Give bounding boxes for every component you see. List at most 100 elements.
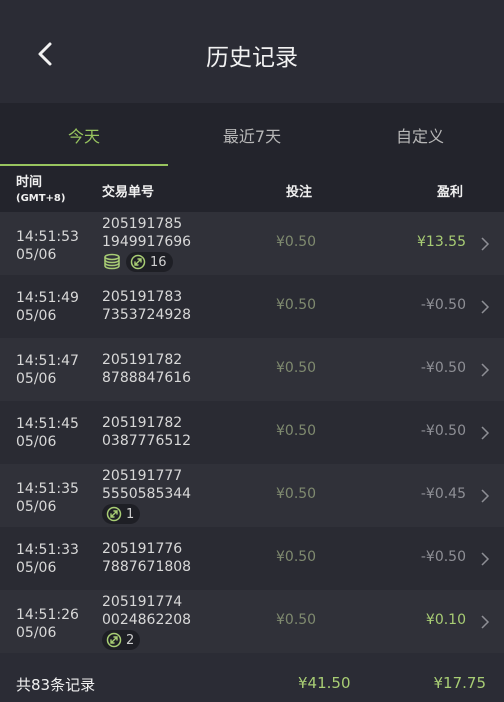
row-profit: -¥0.50 [420, 360, 466, 376]
row-badges: 16 [102, 252, 173, 272]
row-order-number: 205191785 1949917696 [102, 215, 191, 251]
row-bet: ¥0.50 [276, 486, 317, 502]
free-spin-badge: 16 [126, 252, 173, 272]
chevron-right-icon [480, 362, 490, 377]
row-time: 14:51:49 05/06 [16, 289, 79, 325]
row-order-line2: 0024862208 [102, 612, 192, 628]
row-profit: ¥13.55 [417, 234, 466, 250]
row-time-clock: 14:51:53 [16, 229, 79, 245]
badge-count: 2 [126, 632, 135, 648]
row-profit: ¥0.10 [425, 612, 466, 628]
row-time: 14:51:35 05/06 [16, 480, 79, 516]
app-header: 历史记录 [0, 0, 504, 103]
column-header-bet: 投注 [286, 185, 313, 200]
row-time-date: 05/06 [16, 499, 57, 515]
row-badges: 1 [102, 504, 141, 524]
spin-icon [130, 254, 146, 270]
row-order-line1: 205191785 [102, 216, 183, 232]
row-order-line2: 7353724928 [102, 307, 192, 323]
row-order-line1: 205191777 [102, 468, 183, 484]
column-header-time-label: 时间 [16, 175, 43, 190]
row-order-number: 205191782 0387776512 [102, 414, 191, 450]
row-order-line1: 205191776 [102, 541, 183, 557]
chevron-right-icon [480, 425, 490, 440]
badge-count: 16 [150, 254, 167, 270]
total-profit-value: ¥17.75 [433, 674, 487, 692]
total-bet-value: ¥41.50 [298, 674, 351, 692]
table-row[interactable]: 14:51:33 05/06 205191776 7887671808 ¥0.50 -¥0… [0, 527, 504, 590]
row-order-number: 205191782 8788847616 [102, 351, 191, 387]
row-profit: -¥0.50 [420, 549, 466, 565]
row-bet: ¥0.50 [276, 297, 317, 313]
free-spin-badge: 2 [102, 630, 141, 650]
row-time-date: 05/06 [16, 371, 57, 387]
row-time-date: 05/06 [16, 308, 57, 324]
row-order-line2: 0387776512 [102, 433, 192, 449]
chevron-right-icon [480, 299, 490, 314]
row-order-line2: 8788847616 [102, 370, 192, 386]
column-header-timezone: (GMT+8) [16, 193, 66, 204]
chevron-right-icon [480, 236, 490, 251]
history-list: 14:51:53 05/06 205191785 1949917696 16 ¥0.50 ¥… [0, 212, 504, 653]
spin-icon [106, 506, 122, 522]
tab-custom[interactable]: 自定义 [336, 103, 504, 166]
row-time-date: 05/06 [16, 560, 57, 576]
column-header-time: 时间 (GMT+8) [16, 175, 65, 206]
row-order-line1: 205191774 [102, 594, 183, 610]
row-time-clock: 14:51:26 [16, 607, 79, 623]
row-bet: ¥0.50 [276, 549, 317, 565]
row-order-line1: 205191783 [102, 289, 183, 305]
total-records-label: 共83条记录 [16, 676, 96, 694]
tab-today[interactable]: 今天 [0, 103, 168, 166]
row-order-number: 205191783 7353724928 [102, 288, 191, 324]
table-row[interactable]: 14:51:26 05/06 205191774 0024862208 2 ¥0.50 ¥0… [0, 590, 504, 653]
column-header-order: 交易单号 [102, 185, 155, 200]
row-bet: ¥0.50 [276, 612, 317, 628]
row-bet: ¥0.50 [276, 423, 317, 439]
period-tabs: 今天 最近7天 自定义 [0, 103, 504, 166]
page-title: 历史记录 [206, 45, 298, 71]
chevron-right-icon [480, 614, 490, 629]
chevron-right-icon [480, 488, 490, 503]
row-order-line1: 205191782 [102, 352, 183, 368]
row-time-date: 05/06 [16, 247, 57, 263]
row-badges: 2 [102, 630, 141, 650]
row-order-line2: 1949917696 [102, 234, 192, 250]
row-time-clock: 14:51:33 [16, 542, 79, 558]
row-time-clock: 14:51:45 [16, 416, 79, 432]
tab-last-7-days[interactable]: 最近7天 [168, 103, 336, 166]
table-row[interactable]: 14:51:49 05/06 205191783 7353724928 ¥0.50 -¥0… [0, 275, 504, 338]
table-row[interactable]: 14:51:47 05/06 205191782 8788847616 ¥0.50 -¥0… [0, 338, 504, 401]
row-bet: ¥0.50 [276, 360, 317, 376]
table-row[interactable]: 14:51:53 05/06 205191785 1949917696 16 ¥0.50 ¥… [0, 212, 504, 275]
table-row[interactable]: 14:51:35 05/06 205191777 5550585344 1 ¥0.50 -¥… [0, 464, 504, 527]
row-order-line2: 5550585344 [102, 486, 192, 502]
table-row[interactable]: 14:51:45 05/06 205191782 0387776512 ¥0.50 -¥0… [0, 401, 504, 464]
chevron-right-icon [480, 551, 490, 566]
row-time: 14:51:45 05/06 [16, 415, 79, 451]
row-profit: -¥0.50 [420, 297, 466, 313]
row-time-date: 05/06 [16, 625, 57, 641]
row-time: 14:51:53 05/06 [16, 228, 79, 264]
badge-count: 1 [126, 506, 135, 522]
row-time: 14:51:26 05/06 [16, 606, 79, 642]
column-header-profit: 盈利 [437, 185, 464, 200]
row-bet: ¥0.50 [276, 234, 317, 250]
row-time: 14:51:33 05/06 [16, 541, 79, 577]
table-header: 时间 (GMT+8) 交易单号 投注 盈利 [0, 166, 504, 212]
summary-footer: 共83条记录 ¥41.50 ¥17.75 [0, 662, 504, 702]
row-order-number: 205191776 7887671808 [102, 540, 191, 576]
row-profit: -¥0.50 [420, 423, 466, 439]
row-order-line2: 7887671808 [102, 559, 192, 575]
row-order-number: 205191777 5550585344 [102, 467, 191, 503]
row-order-line1: 205191782 [102, 415, 183, 431]
row-time-clock: 14:51:35 [16, 481, 79, 497]
row-time-clock: 14:51:49 [16, 290, 79, 306]
free-spin-badge: 1 [102, 504, 141, 524]
row-time: 14:51:47 05/06 [16, 352, 79, 388]
row-profit: -¥0.45 [420, 486, 466, 502]
row-time-clock: 14:51:47 [16, 353, 79, 369]
coins-icon [102, 253, 122, 271]
row-order-number: 205191774 0024862208 [102, 593, 191, 629]
spin-icon [106, 632, 122, 648]
